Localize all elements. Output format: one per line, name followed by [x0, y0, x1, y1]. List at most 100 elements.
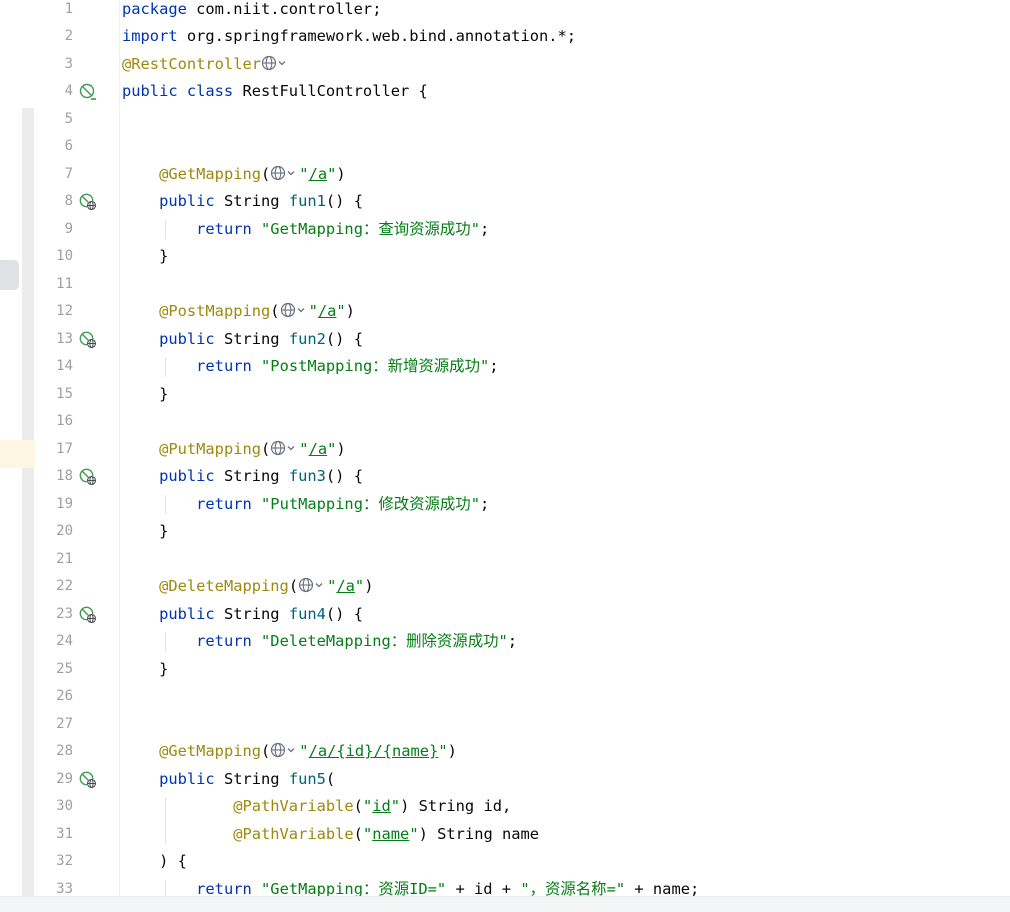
code-line[interactable]: return "PutMapping：修改资源成功";: [122, 491, 489, 519]
code-token: (: [325, 769, 336, 788]
code-token: public: [159, 329, 215, 348]
code-line[interactable]: @DeleteMapping("/a"): [122, 573, 373, 601]
http-request-globe-icon[interactable]: [270, 440, 299, 456]
code-token: ": [362, 797, 373, 815]
code-token: return: [196, 632, 252, 650]
line-number: 29: [56, 770, 73, 787]
line-number: 21: [56, 550, 73, 567]
code-token: "PostMapping：新增资源成功": [261, 357, 490, 375]
code-token: RestFullController {: [233, 82, 428, 100]
code-line[interactable]: public String fun5(: [122, 766, 335, 794]
code-line[interactable]: public String fun1() {: [122, 188, 363, 216]
code-token: () {: [325, 604, 363, 623]
code-token: return: [196, 219, 252, 238]
code-token: () {: [325, 467, 363, 485]
code-line[interactable]: return "GetMapping：查询资源成功";: [122, 216, 489, 244]
indent-guide: [165, 219, 166, 239]
endpoint-icon[interactable]: [79, 468, 97, 486]
code-token: public class: [122, 82, 234, 100]
code-line[interactable]: import org.springframework.web.bind.anno…: [122, 23, 576, 51]
code-token: (: [353, 824, 363, 843]
code-token: public: [159, 467, 215, 485]
code-token: fun3: [288, 467, 326, 485]
http-request-globe-icon[interactable]: [298, 577, 327, 593]
code-line[interactable]: }: [122, 656, 168, 684]
code-editor[interactable]: package com.niit.controller; import org.s…: [119, 0, 1010, 911]
code-token: ": [327, 164, 337, 183]
code-token: @GetMapping: [159, 742, 262, 760]
code-token: public: [159, 604, 215, 623]
horizontal-scrollbar[interactable]: [0, 896, 1010, 912]
line-number: 32: [56, 853, 73, 869]
no-mapping-icon[interactable]: [79, 83, 97, 101]
line-number: 19: [56, 495, 73, 512]
endpoint-icon[interactable]: [79, 771, 97, 789]
code-line[interactable]: return "DeleteMapping：删除资源成功";: [122, 628, 517, 656]
http-request-globe-icon[interactable]: [261, 55, 290, 71]
code-token: ;: [479, 219, 490, 238]
line-number: 31: [56, 825, 73, 842]
line-number: 8: [64, 193, 73, 209]
tool-window-strip: [0, 0, 35, 911]
code-token: ): [447, 742, 457, 760]
code-line[interactable]: @RestController: [122, 51, 290, 79]
code-line[interactable]: @GetMapping("/a"): [122, 161, 346, 189]
code-line[interactable]: @PathVariable("name") String name: [122, 821, 539, 849]
code-token: String: [214, 604, 289, 623]
line-number: 27: [56, 715, 73, 732]
code-token: (: [261, 164, 271, 183]
endpoint-icon[interactable]: [79, 606, 97, 624]
line-number: 7: [64, 165, 73, 182]
code-line[interactable]: @PostMapping("/a"): [122, 298, 355, 326]
code-token: String: [214, 467, 289, 485]
code-line[interactable]: }: [122, 243, 168, 271]
code-line[interactable]: }: [122, 518, 168, 546]
code-token: ): [336, 439, 346, 458]
code-token: ;: [489, 357, 499, 375]
structure-marker[interactable]: [0, 260, 19, 290]
code-line[interactable]: }: [122, 381, 168, 409]
code-token: fun1: [288, 192, 326, 210]
minimap-track[interactable]: [22, 108, 34, 898]
code-line[interactable]: return "PostMapping：新增资源成功";: [122, 353, 499, 381]
code-line[interactable]: @PathVariable("id") String id,: [122, 793, 511, 821]
line-number: 23: [56, 605, 73, 622]
http-request-globe-icon[interactable]: [270, 165, 299, 181]
code-token: ": [327, 439, 337, 458]
code-line[interactable]: public String fun4() {: [122, 601, 363, 629]
code-token: ": [354, 577, 365, 595]
line-number: 30: [56, 798, 73, 814]
line-number: 20: [56, 523, 73, 539]
code-token: String: [214, 192, 289, 210]
endpoint-icon[interactable]: [79, 193, 97, 211]
indent-guide: [165, 494, 166, 514]
http-request-globe-icon[interactable]: [270, 742, 299, 758]
code-token: @PutMapping: [159, 439, 262, 458]
code-token: ": [336, 302, 346, 320]
code-line[interactable]: package com.niit.controller;: [122, 0, 381, 23]
code-token: ): [345, 302, 355, 320]
endpoint-icon[interactable]: [79, 331, 97, 349]
code-token: /a: [308, 164, 328, 183]
line-number: 5: [64, 110, 73, 127]
code-line[interactable]: @PutMapping("/a"): [122, 436, 346, 464]
http-request-globe-icon[interactable]: [280, 302, 309, 318]
code-line[interactable]: @GetMapping("/a/{id}/{name}"): [122, 738, 457, 766]
code-line[interactable]: public class RestFullController {: [122, 78, 428, 106]
code-line[interactable]: public String fun3() {: [122, 463, 363, 491]
code-token: fun5: [288, 769, 326, 788]
code-token: ": [299, 439, 309, 458]
code-line[interactable]: ) {: [122, 848, 187, 876]
code-line[interactable]: public String fun2() {: [122, 326, 363, 354]
